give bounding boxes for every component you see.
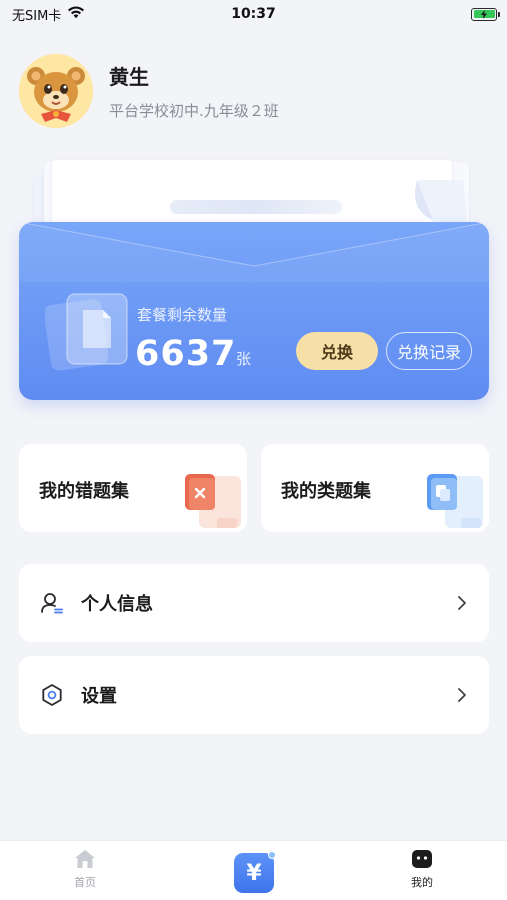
wrong-questions-label: 我的错题集 <box>39 481 129 502</box>
paper-line <box>170 200 342 214</box>
document-stack-icon <box>45 293 128 371</box>
redeem-record-button[interactable]: 兑换记录 <box>386 332 472 370</box>
personal-info-label: 个人信息 <box>81 594 153 615</box>
user-name: 黄生 <box>109 65 149 89</box>
profile-header: 黄生 平台学校初中.九年级２班 <box>19 54 279 128</box>
similar-questions-label: 我的类题集 <box>281 481 371 502</box>
card-flap-decoration <box>19 222 489 282</box>
profile-text: 黄生 平台学校初中.九年级２班 <box>109 61 279 121</box>
home-icon <box>75 850 95 868</box>
package-label: 套餐剩余数量 <box>137 306 228 324</box>
personal-info-row[interactable]: 个人信息 <box>19 564 489 642</box>
settings-row[interactable]: 设置 <box>19 656 489 734</box>
avatar[interactable] <box>19 54 93 128</box>
tab-mine[interactable]: 我的 <box>392 849 452 900</box>
bottom-tab-bar: 首页 ¥ 我的 <box>0 840 507 900</box>
bear-avatar-icon <box>19 54 93 128</box>
mine-icon <box>412 850 432 868</box>
wifi-icon <box>67 5 85 23</box>
status-left: 无SIM卡 <box>12 5 85 24</box>
user-school: 平台学校初中.九年级２班 <box>109 102 279 120</box>
tab-home[interactable]: 首页 <box>55 849 115 900</box>
chevron-right-icon <box>455 688 469 702</box>
tab-redeem-center[interactable]: ¥ <box>234 851 276 893</box>
user-icon <box>39 590 65 616</box>
notification-dot <box>268 851 276 859</box>
settings-label: 设置 <box>81 686 117 707</box>
similar-questions-tile[interactable]: 我的类题集 <box>261 444 489 532</box>
battery-icon <box>471 7 500 21</box>
tab-mine-label: 我的 <box>411 876 433 889</box>
status-bar: 无SIM卡 10:37 <box>0 0 507 28</box>
package-unit: 张 <box>236 350 252 368</box>
package-count: 6637 <box>135 334 237 374</box>
similar-questions-icon <box>427 474 483 528</box>
carrier-text: 无SIM卡 <box>12 8 62 24</box>
chevron-right-icon <box>455 596 469 610</box>
tab-home-label: 首页 <box>74 876 96 889</box>
package-card: 套餐剩余数量 6637 张 兑换 兑换记录 <box>19 222 489 400</box>
yuan-icon: ¥ <box>246 860 262 886</box>
wrong-questions-icon <box>185 474 241 528</box>
settings-icon <box>39 682 65 708</box>
redeem-button[interactable]: 兑换 <box>296 332 378 370</box>
wrong-questions-tile[interactable]: 我的错题集 <box>19 444 247 532</box>
